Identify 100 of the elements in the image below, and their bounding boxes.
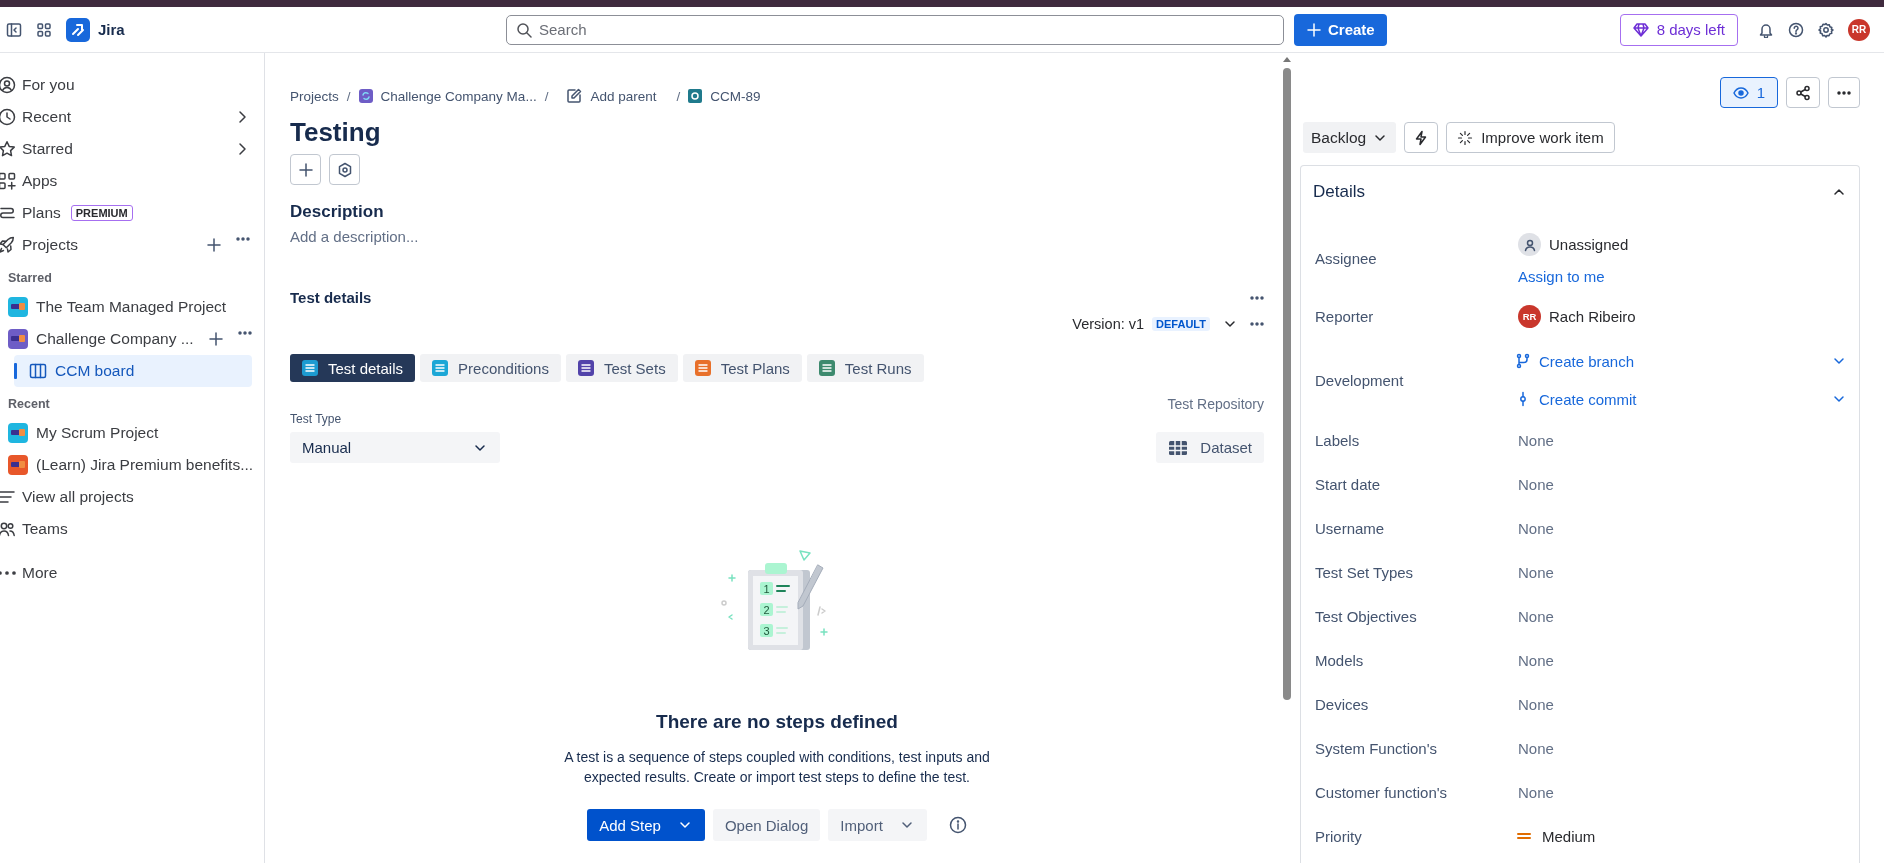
- sidebar-item[interactable]: Apps: [0, 165, 264, 197]
- star-icon: [0, 140, 16, 158]
- field-value[interactable]: None: [1518, 519, 1847, 537]
- empty-state-text: A test is a sequence of steps coupled with conditions, test inputs and expected results. Create or import test steps to define the test.: [563, 748, 991, 787]
- empty-state-title: There are no steps defined: [656, 711, 898, 733]
- field-value[interactable]: None: [1518, 475, 1847, 493]
- watch-button[interactable]: 1: [1719, 77, 1778, 108]
- breadcrumb-link[interactable]: Add parent: [566, 88, 657, 104]
- section-heading: Starred: [7, 270, 53, 287]
- field-value[interactable]: None: [1518, 695, 1847, 713]
- field-value: Rach Ribeiro: [1549, 307, 1636, 325]
- table-icon: [1168, 438, 1189, 457]
- clipboard-drawing: 1 2 3: [712, 543, 842, 653]
- tab[interactable]: Test details: [290, 354, 416, 382]
- hexagon-button[interactable]: [329, 154, 360, 185]
- sidebar-item[interactable]: For you: [0, 69, 264, 101]
- field-value[interactable]: None: [1518, 739, 1847, 757]
- tab[interactable]: Preconditions: [420, 354, 561, 382]
- help-icon[interactable]: [1788, 21, 1804, 38]
- section-heading: Recent: [7, 396, 51, 413]
- sidebar-item[interactable]: Projects: [0, 229, 264, 261]
- sidebar-item[interactable]: Starred: [0, 133, 264, 165]
- search-field[interactable]: Search: [506, 14, 1284, 45]
- field-label: Username: [1314, 519, 1386, 537]
- sidebar-item[interactable]: My Scrum Project: [0, 417, 264, 449]
- eye-icon: [1732, 84, 1749, 101]
- app-switcher-icon: [36, 21, 52, 38]
- sidebar-item[interactable]: Plans PREMIUM: [0, 197, 264, 229]
- list-lines-icon: [0, 488, 16, 506]
- section-heading: Details: [1313, 182, 1365, 202]
- user-avatar[interactable]: RR: [1848, 18, 1870, 41]
- field-label: System Function's: [1314, 739, 1439, 757]
- bell-icon[interactable]: [1758, 21, 1774, 38]
- rocket-icon: [0, 236, 16, 254]
- sparkle-icon: [1457, 129, 1474, 146]
- tab[interactable]: Test Plans: [682, 354, 802, 382]
- tab[interactable]: Test Sets: [565, 354, 678, 382]
- field-value: Medium: [1542, 827, 1596, 845]
- more-icon: [236, 237, 250, 241]
- breadcrumb-link[interactable]: CCM-89: [688, 88, 761, 104]
- breadcrumb-link[interactable]: Challenge Company Ma...: [358, 88, 537, 104]
- sidebar-toggle-icon: [6, 21, 22, 38]
- automation-button[interactable]: [1404, 122, 1439, 153]
- sidebar-item[interactable]: Teams: [0, 513, 264, 545]
- more-icon: [1250, 295, 1264, 300]
- project-icon: [358, 89, 373, 103]
- add-button[interactable]: [208, 331, 224, 347]
- sidebar-item[interactable]: View all projects: [0, 481, 264, 513]
- more-icon: [1837, 90, 1851, 95]
- action-button[interactable]: Open Dialog: [712, 809, 821, 841]
- settings-icon[interactable]: [1818, 21, 1834, 38]
- plus-icon: [297, 161, 314, 178]
- field-label: Labels: [1314, 431, 1361, 449]
- sidebar-item[interactable]: Challenge Company ...: [0, 323, 264, 355]
- more-button[interactable]: [1250, 322, 1264, 326]
- field-label: Test Objectives: [1314, 607, 1418, 625]
- edit-icon: [566, 88, 583, 104]
- field-value[interactable]: None: [1518, 651, 1847, 669]
- field-label: Development: [1314, 371, 1405, 389]
- sidebar-item[interactable]: Recent: [0, 101, 264, 133]
- create-branch-link[interactable]: Create branch: [1515, 349, 1847, 373]
- field-label: Customer function's: [1314, 783, 1449, 801]
- field-value[interactable]: None: [1518, 563, 1847, 581]
- plus-icon: [206, 237, 222, 253]
- info-button[interactable]: [948, 816, 967, 834]
- breadcrumb-separator: /: [676, 88, 681, 104]
- improve-button[interactable]: Improve work item: [1446, 122, 1615, 153]
- user-avatar: RR: [1518, 304, 1541, 328]
- create-commit-link[interactable]: Create commit: [1515, 387, 1847, 411]
- breadcrumb-link[interactable]: Projects: [290, 88, 339, 104]
- sidebar-item[interactable]: The Team Managed Project: [0, 291, 264, 323]
- assign-to-me-link[interactable]: Assign to me: [1518, 268, 1847, 285]
- action-button[interactable]: Import: [828, 809, 927, 841]
- more-button[interactable]: [1828, 77, 1860, 108]
- add-step-button[interactable]: Add Step: [587, 809, 705, 841]
- field-value[interactable]: None: [1518, 607, 1847, 625]
- sidebar-item[interactable]: (Learn) Jira Premium benefits...: [0, 449, 264, 481]
- people-icon: [0, 520, 16, 538]
- description-placeholder[interactable]: Add a description...: [290, 228, 1264, 245]
- field-label: Assignee: [1314, 249, 1378, 267]
- status-dropdown[interactable]: Backlog: [1303, 122, 1397, 153]
- field-value[interactable]: None: [1518, 431, 1847, 449]
- test-repository-link[interactable]: Test Repository: [1167, 396, 1264, 412]
- board-item[interactable]: CCM board: [14, 355, 252, 387]
- share-button[interactable]: [1786, 77, 1820, 108]
- hexagon-icon: [336, 161, 353, 178]
- tab[interactable]: Test Runs: [806, 354, 924, 382]
- field-label: Priority: [1314, 827, 1363, 845]
- test-type-select[interactable]: Manual: [290, 432, 500, 463]
- add-button[interactable]: [208, 237, 224, 253]
- create-button[interactable]: Create: [1294, 13, 1387, 46]
- scrollbar[interactable]: [1283, 57, 1291, 700]
- field-label: Test Set Types: [1314, 563, 1415, 581]
- more-icon: [238, 331, 252, 335]
- field-value[interactable]: None: [1518, 783, 1847, 801]
- trial-button[interactable]: 8 days left: [1619, 13, 1738, 46]
- version-label: Version: v1: [1072, 316, 1145, 332]
- dataset-button[interactable]: Dataset: [1156, 432, 1264, 463]
- sidebar-item[interactable]: More: [0, 557, 264, 589]
- more-button[interactable]: [1250, 295, 1264, 300]
